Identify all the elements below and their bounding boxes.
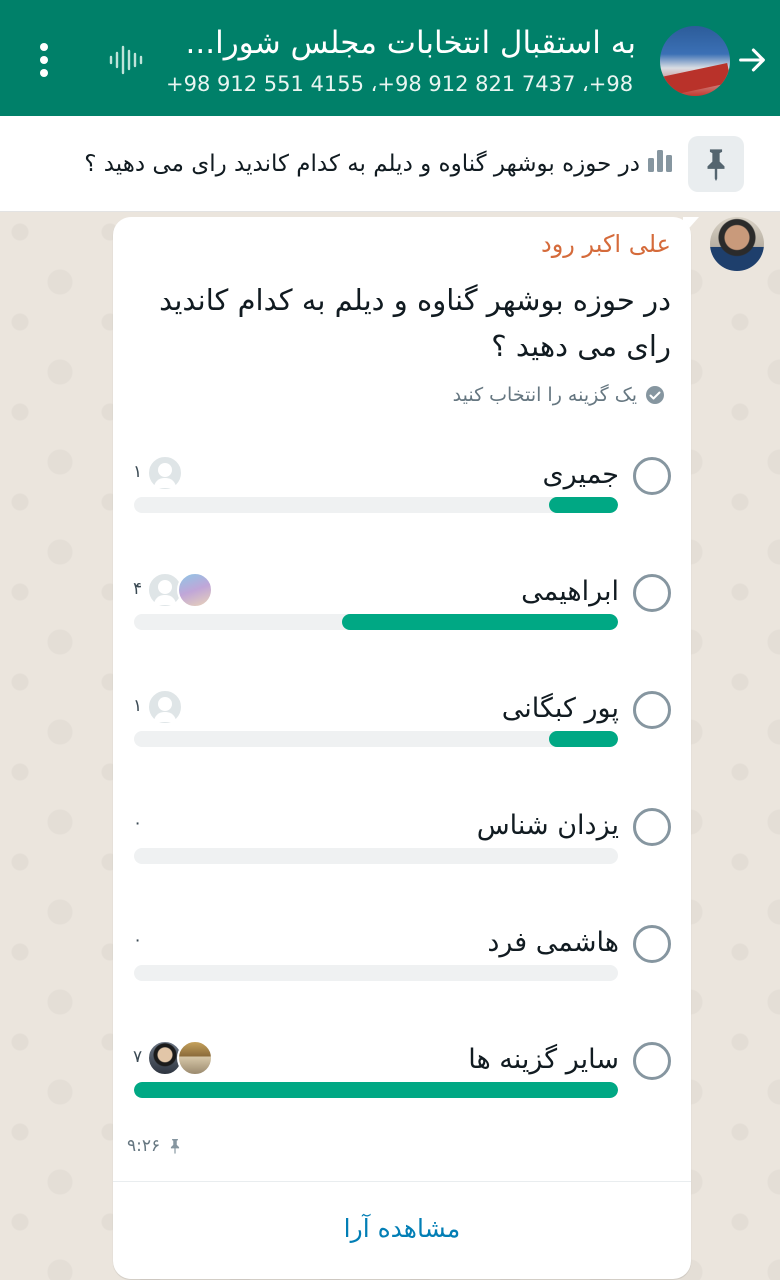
option-label: پور کبگانی xyxy=(501,693,619,724)
pin-icon xyxy=(707,149,725,181)
sender-name[interactable]: علی اکبر رود xyxy=(271,227,671,261)
message-time: ۹:۲۶ xyxy=(127,1136,161,1156)
group-avatar[interactable] xyxy=(660,26,730,96)
poll-option-5[interactable]: هاشمی فرد ۰ xyxy=(113,919,691,1019)
option-label: سایر گزینه ها xyxy=(468,1044,619,1075)
check-circle-icon xyxy=(646,386,664,404)
option-label: هاشمی فرد xyxy=(487,927,619,958)
option-radio[interactable] xyxy=(633,457,671,495)
more-vertical-icon xyxy=(40,43,48,77)
option-radio[interactable] xyxy=(633,1042,671,1080)
option-radio[interactable] xyxy=(633,691,671,729)
voter-avatars[interactable] xyxy=(147,1040,215,1076)
voter-avatars[interactable] xyxy=(147,689,183,725)
pinned-indicator-icon xyxy=(171,1139,180,1155)
voice-chat-button[interactable] xyxy=(104,40,148,80)
voter-avatar xyxy=(177,572,213,608)
sender-avatar[interactable] xyxy=(710,217,764,271)
view-votes-button[interactable]: مشاهده آرا xyxy=(113,1205,691,1253)
chat-participants[interactable]: +98 912 551 4155 ،+98 912 821 7437 ،+98 … xyxy=(166,70,636,98)
option-label: یزدان شناس xyxy=(476,810,619,841)
poll-option-1[interactable]: جمیری ۱ xyxy=(113,451,691,551)
option-count: ۴ xyxy=(133,579,143,599)
option-label: جمیری xyxy=(542,459,619,490)
option-radio[interactable] xyxy=(633,808,671,846)
option-bar-fill xyxy=(341,614,618,630)
option-count: ۱ xyxy=(133,696,143,716)
option-bar xyxy=(134,731,618,747)
chat-title[interactable]: به استقبال انتخابات مجلس شورا... xyxy=(166,22,636,64)
option-count: ۱ xyxy=(133,462,143,482)
option-radio[interactable] xyxy=(633,925,671,963)
voter-avatar xyxy=(177,1040,213,1076)
option-bar xyxy=(134,965,618,981)
voter-avatar xyxy=(147,455,183,491)
voice-chat-icon xyxy=(109,45,143,75)
option-count: ۷ xyxy=(133,1047,143,1067)
poll-option-2[interactable]: ابراهیمی ۴ xyxy=(113,568,691,668)
voter-avatars[interactable] xyxy=(147,455,183,491)
poll-hint: یک گزینه را انتخاب کنید xyxy=(265,380,665,410)
voter-avatar xyxy=(147,689,183,725)
menu-button[interactable] xyxy=(24,38,64,82)
option-bar xyxy=(134,497,618,513)
option-count: ۰ xyxy=(133,930,143,950)
poll-question: در حوزه بوشهر گناوه و دیلم به کدام کاندی… xyxy=(159,283,671,363)
poll-icon xyxy=(648,147,674,183)
pinned-text[interactable]: در حوزه بوشهر گناوه و دیلم به کدام کاندی… xyxy=(34,146,674,183)
divider xyxy=(113,1181,691,1182)
option-bar-fill xyxy=(548,731,618,747)
option-bar xyxy=(134,1082,618,1098)
message-meta: ۹:۲۶ xyxy=(127,1131,182,1161)
option-bar xyxy=(134,848,618,864)
poll-option-3[interactable]: پور کبگانی ۱ xyxy=(113,685,691,785)
voter-avatars[interactable] xyxy=(147,572,215,608)
poll-message[interactable]: علی اکبر رود در حوزه بوشهر گناوه و دیلم … xyxy=(113,217,691,1279)
option-count: ۰ xyxy=(133,813,143,833)
option-bar-fill xyxy=(134,1082,618,1098)
poll-option-4[interactable]: یزدان شناس ۰ xyxy=(113,802,691,902)
option-bar xyxy=(134,614,618,630)
option-radio[interactable] xyxy=(633,574,671,612)
arrow-right-icon xyxy=(739,48,765,72)
back-button[interactable] xyxy=(732,40,772,80)
pinned-label: در حوزه بوشهر گناوه و دیلم به کدام کاندی… xyxy=(84,151,640,177)
poll-hint-text: یک گزینه را انتخاب کنید xyxy=(452,384,637,406)
option-label: ابراهیمی xyxy=(521,576,619,607)
option-bar-fill xyxy=(548,497,618,513)
poll-option-6[interactable]: سایر گزینه ها ۷ xyxy=(113,1036,691,1136)
chat-header[interactable]: به استقبال انتخابات مجلس شورا... +98 912… xyxy=(0,0,780,116)
pin-button[interactable] xyxy=(688,136,744,192)
pinned-message-bar[interactable]: در حوزه بوشهر گناوه و دیلم به کدام کاندی… xyxy=(0,116,780,212)
